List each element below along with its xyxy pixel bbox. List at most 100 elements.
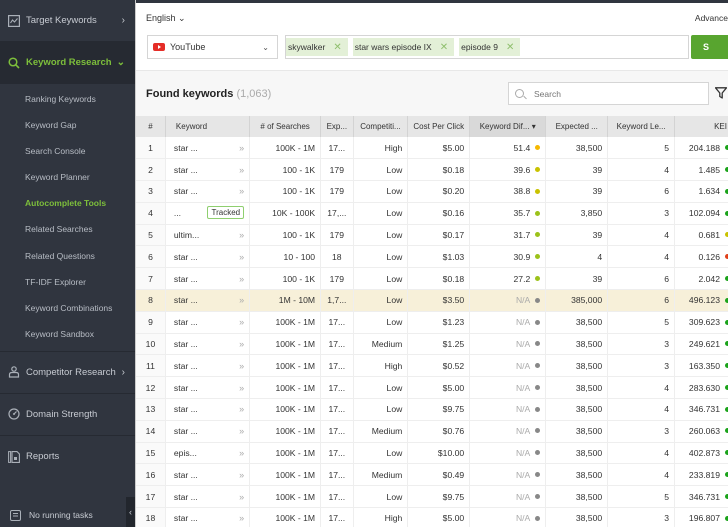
column-header-keyword[interactable]: Keyword: [165, 116, 251, 137]
kei-cell: 163.350: [674, 354, 728, 378]
table-row[interactable]: 5 ultim... » 100 - 1K 179 Low $0.17 31.7 39 4 0.68…: [136, 224, 728, 247]
expand-keyword-icon[interactable]: »: [239, 470, 244, 480]
advanced-settings-link[interactable]: Advance: [695, 13, 728, 23]
keyword-cell[interactable]: star ... »: [165, 137, 251, 160]
table-row[interactable]: 15 epis... » 100K - 1M 17... Low $10.00 N/A 38,5…: [136, 442, 728, 465]
filter-icon[interactable]: [715, 87, 727, 99]
keyword-cell[interactable]: star ... »: [165, 354, 251, 378]
keyword-cell[interactable]: star ... »: [165, 507, 251, 527]
column-header-keyword-length[interactable]: Keyword Le...: [607, 116, 676, 137]
table-row[interactable]: 8 star ... » 1M - 10M 1,7... Low $3.50 N/A 385,0…: [136, 289, 728, 312]
column-header-competition[interactable]: Competiti...: [353, 116, 409, 137]
expand-keyword-icon[interactable]: »: [239, 426, 244, 436]
keyword-cell[interactable]: ... Tracked: [165, 202, 251, 225]
expand-keyword-icon[interactable]: »: [239, 317, 244, 327]
kei-cell: 1.485: [674, 158, 728, 182]
expand-keyword-icon[interactable]: »: [239, 448, 244, 458]
table-row[interactable]: 4... Tracked 10K - 100K 17,... Low $0.16 35.7 3…: [136, 202, 728, 225]
expand-keyword-icon[interactable]: »: [239, 492, 244, 502]
expand-keyword-icon[interactable]: »: [239, 339, 244, 349]
table-row[interactable]: 16 star ... » 100K - 1M 17... Medium $0.49 N/A 3…: [136, 463, 728, 487]
expected-visits-cell: 179: [320, 224, 354, 247]
table-row[interactable]: 17 star ... » 100K - 1M 17... Low $9.75 N/A 38,5…: [136, 485, 728, 509]
source-dropdown[interactable]: YouTube ⌄: [147, 35, 278, 59]
sidebar-section-reports[interactable]: Reports: [0, 436, 135, 478]
column-header-cost-per-click[interactable]: Cost Per Click: [407, 116, 471, 137]
keywords-tag-input[interactable]: skywalker ✕ star wars episode IX ✕ episo…: [285, 35, 689, 59]
keyword-cell[interactable]: star ... »: [165, 267, 251, 291]
expand-keyword-icon[interactable]: »: [239, 252, 244, 262]
table-row[interactable]: 13 star ... » 100K - 1M 17... Low $9.75 N/A 38,5…: [136, 398, 728, 421]
expand-keyword-icon[interactable]: »: [239, 143, 244, 153]
keyword-cell[interactable]: star ... »: [165, 463, 251, 487]
expand-keyword-icon[interactable]: »: [239, 513, 244, 523]
column-header-searches[interactable]: # of Searches: [249, 116, 322, 137]
table-row[interactable]: 3 star ... » 100 - 1K 179 Low $0.20 38.8 39 6 1.63…: [136, 180, 728, 203]
keyword-difficulty-value: 38.8: [513, 186, 531, 197]
keyword-cell[interactable]: epis... »: [165, 442, 251, 465]
table-row[interactable]: 9 star ... » 100K - 1M 17... Low $1.23 N/A 38,50…: [136, 311, 728, 334]
expand-keyword-icon[interactable]: »: [239, 230, 244, 240]
collapse-sidebar-button[interactable]: ‹: [126, 497, 135, 527]
competition-cell: Low: [353, 245, 409, 269]
sidebar-item-tf-idf-explorer[interactable]: TF-IDF Explorer: [0, 269, 135, 295]
language-dropdown[interactable]: English ⌄: [146, 13, 186, 24]
results-search-box[interactable]: [508, 82, 709, 105]
remove-tag-icon[interactable]: ✕: [440, 42, 448, 53]
sidebar-section-target-keywords[interactable]: Target Keywords ›: [0, 0, 135, 42]
keyword-cell[interactable]: star ... »: [165, 245, 251, 269]
table-row[interactable]: 11 star ... » 100K - 1M 17... High $0.52 N/A 38,…: [136, 354, 728, 378]
table-row[interactable]: 2 star ... » 100 - 1K 179 Low $0.18 39.6 39 4 1.48…: [136, 158, 728, 182]
tag-label: skywalker: [288, 42, 326, 52]
table-row[interactable]: 18 star ... » 100K - 1M 17... High $5.00 N/A 38,…: [136, 507, 728, 527]
sidebar-item-autocomplete-tools[interactable]: Autocomplete Tools: [0, 190, 135, 216]
keyword-cell[interactable]: star ... »: [165, 311, 251, 334]
sidebar-item-related-searches[interactable]: Related Searches: [0, 216, 135, 242]
column-header-expected-clicks[interactable]: Expected ...: [545, 116, 609, 137]
sidebar-item-keyword-combinations[interactable]: Keyword Combinations: [0, 295, 135, 321]
expand-keyword-icon[interactable]: »: [239, 383, 244, 393]
sidebar-section-keyword-research[interactable]: Keyword Research ⌄: [0, 42, 135, 84]
expand-keyword-icon[interactable]: »: [239, 274, 244, 284]
keyword-cell[interactable]: star ... »: [165, 333, 251, 356]
keyword-cell[interactable]: star ... »: [165, 180, 251, 203]
keyword-cell[interactable]: star ... »: [165, 158, 251, 182]
remove-tag-icon[interactable]: ✕: [333, 42, 341, 53]
keyword-cell[interactable]: ultim... »: [165, 224, 251, 247]
expand-keyword-icon[interactable]: »: [239, 186, 244, 196]
running-tasks-status[interactable]: No running tasks: [0, 503, 135, 527]
table-header-row: # Keyword # of Searches Exp... Competiti…: [136, 116, 728, 137]
expand-keyword-icon[interactable]: »: [239, 165, 244, 175]
table-row[interactable]: 1 star ... » 100K - 1M 17... High $5.00 51.4 38,…: [136, 137, 728, 160]
keyword-cell[interactable]: star ... »: [165, 485, 251, 509]
table-row[interactable]: 10 star ... » 100K - 1M 17... Medium $1.25 N/A 3…: [136, 333, 728, 356]
sidebar-item-keyword-sandbox[interactable]: Keyword Sandbox: [0, 321, 135, 347]
sidebar-item-keyword-gap[interactable]: Keyword Gap: [0, 112, 135, 138]
keyword-cell[interactable]: star ... »: [165, 376, 251, 400]
sidebar-section-competitor-research[interactable]: Competitor Research ›: [0, 352, 135, 394]
table-row[interactable]: 14 star ... » 100K - 1M 17... Medium $0.76 N/A 3…: [136, 420, 728, 443]
table-row[interactable]: 12 star ... » 100K - 1M 17... Low $5.00 N/A 38,5…: [136, 376, 728, 400]
kei-cell: 204.188: [674, 137, 728, 160]
sidebar-item-search-console[interactable]: Search Console: [0, 138, 135, 164]
remove-tag-icon[interactable]: ✕: [506, 42, 514, 53]
sidebar-item-keyword-planner[interactable]: Keyword Planner: [0, 164, 135, 190]
tracked-badge[interactable]: Tracked: [207, 205, 245, 219]
column-header-keyword-difficulty[interactable]: Keyword Dif... ▾: [469, 116, 547, 137]
column-header-kei[interactable]: KEI: [674, 116, 728, 137]
table-row[interactable]: 6 star ... » 10 - 100 18 Low $1.03 30.9 4 4 0.126: [136, 245, 728, 269]
keyword-cell[interactable]: star ... »: [165, 420, 251, 443]
column-header-expected-visits[interactable]: Exp...: [320, 116, 354, 137]
keyword-cell[interactable]: star ... »: [165, 398, 251, 421]
expand-keyword-icon[interactable]: »: [239, 404, 244, 414]
expand-keyword-icon[interactable]: »: [239, 295, 244, 305]
results-search-input[interactable]: [534, 88, 684, 99]
sidebar-section-domain-strength[interactable]: Domain Strength: [0, 394, 135, 436]
search-button[interactable]: S: [691, 35, 728, 59]
sidebar-item-ranking-keywords[interactable]: Ranking Keywords: [0, 86, 135, 112]
expand-keyword-icon[interactable]: »: [239, 361, 244, 371]
table-row[interactable]: 7 star ... » 100 - 1K 179 Low $0.18 27.2 39 6 2.04…: [136, 267, 728, 291]
sidebar-item-related-questions[interactable]: Related Questions: [0, 243, 135, 269]
keyword-cell[interactable]: star ... »: [165, 289, 251, 312]
column-header-number[interactable]: #: [136, 116, 166, 137]
